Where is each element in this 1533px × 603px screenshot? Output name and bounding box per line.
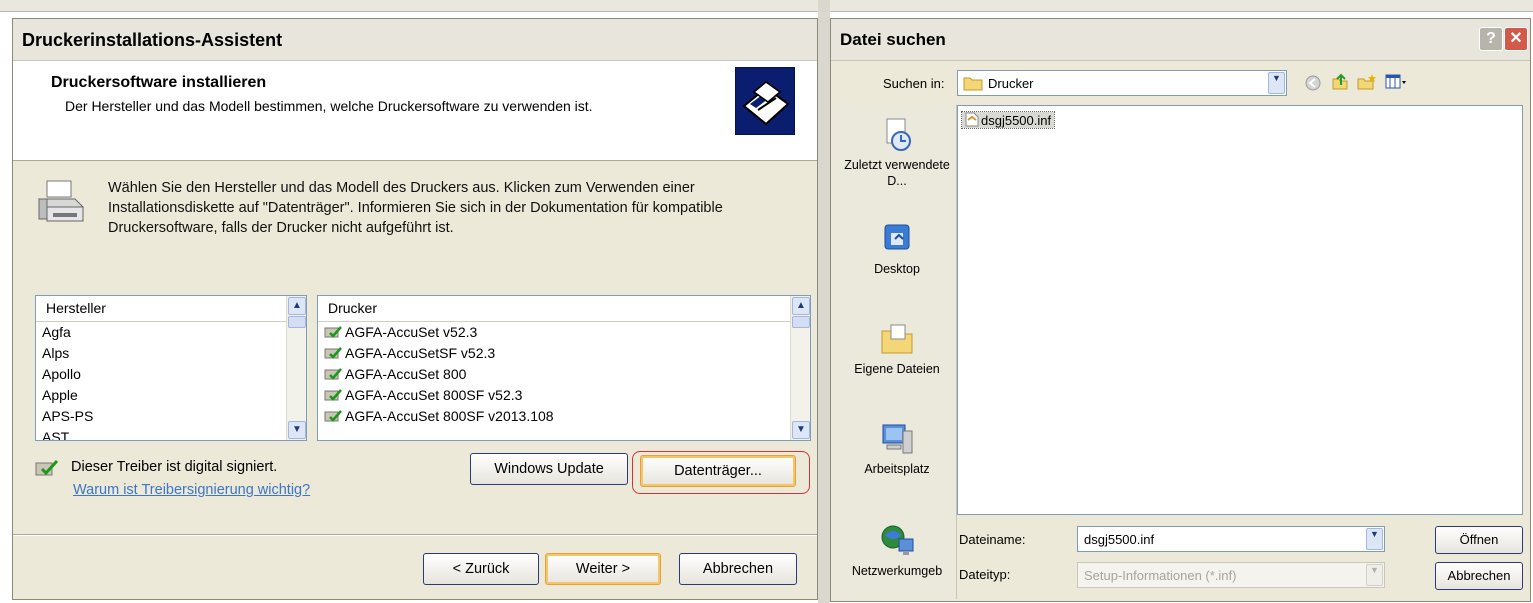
wizard-header-title: Druckersoftware installieren	[51, 74, 267, 91]
printer-list-header[interactable]: Drucker	[318, 296, 790, 322]
file-name: dsgj5500.inf	[981, 113, 1052, 128]
filetype-value: Setup-Informationen (*.inf)	[1084, 568, 1237, 583]
close-icon[interactable]: ✕	[1504, 27, 1528, 51]
list-item[interactable]: AGFA-AccuSet v52.3	[324, 322, 788, 343]
printer-install-icon	[735, 67, 795, 135]
my-documents-icon	[881, 324, 913, 354]
manufacturer-list[interactable]: Hersteller Agfa Alps Apollo Apple APS-PS…	[35, 295, 307, 441]
network-icon	[881, 525, 914, 555]
signed-driver-text: Dieser Treiber ist digital signiert.	[71, 459, 278, 475]
list-item[interactable]: AGFA-AccuSet 800SF v52.3	[324, 385, 788, 406]
look-in-label: Suchen in:	[883, 76, 945, 91]
recent-documents-icon	[886, 118, 911, 151]
place-recent[interactable]: Zuletzt verwendete D...	[837, 117, 957, 189]
scroll-up-icon[interactable]: ▲	[792, 297, 810, 315]
view-menu-icon[interactable]	[1385, 73, 1407, 91]
signed-driver-icon	[35, 459, 59, 476]
inf-file-icon	[965, 112, 979, 127]
place-label: Desktop	[874, 262, 920, 276]
new-folder-icon[interactable]	[1357, 73, 1377, 91]
manufacturer-scrollbar[interactable]: ▲ ▼	[286, 296, 306, 440]
open-button[interactable]: Öffnen	[1435, 526, 1523, 554]
signed-driver-icon	[324, 347, 342, 359]
scroll-thumb[interactable]	[792, 316, 810, 328]
file-item[interactable]: dsgj5500.inf	[960, 111, 1056, 129]
look-in-value: Drucker	[988, 76, 1034, 91]
list-item[interactable]: Alps	[42, 343, 284, 364]
filename-value: dsgj5500.inf	[1084, 532, 1155, 547]
place-label: Arbeitsplatz	[864, 462, 930, 476]
file-dialog-window: Datei suchen ? ✕ Suchen in: Drucker ▼ Zu…	[830, 18, 1531, 602]
desktop-icon	[884, 224, 910, 250]
highlight-ring	[632, 451, 810, 494]
printer-wizard-window: Druckerinstallations-Assistent Druckerso…	[12, 18, 818, 600]
scroll-down-icon[interactable]: ▼	[792, 421, 810, 439]
driver-signing-link[interactable]: Warum ist Treibersignierung wichtig?	[73, 482, 310, 498]
signed-driver-icon	[324, 368, 342, 380]
places-bar: Zuletzt verwendete D... Desktop Eigene D…	[837, 105, 957, 599]
dialog-title: Datei suchen	[840, 30, 946, 49]
place-my-computer[interactable]: Arbeitsplatz	[837, 421, 957, 477]
wizard-header-subtitle: Der Hersteller und das Modell bestimmen,…	[65, 98, 593, 114]
printer-items: AGFA-AccuSet v52.3 AGFA-AccuSetSF v52.3 …	[324, 322, 788, 427]
list-item[interactable]: Apollo	[42, 364, 284, 385]
my-computer-icon	[882, 424, 913, 454]
background-window-strip	[0, 0, 1533, 12]
look-in-combo[interactable]: Drucker ▼	[957, 70, 1287, 96]
signed-driver-icon	[324, 326, 342, 338]
scroll-up-icon[interactable]: ▲	[288, 297, 306, 315]
up-folder-icon[interactable]	[1331, 73, 1349, 91]
list-item[interactable]: AST	[42, 427, 284, 440]
scroll-thumb[interactable]	[288, 316, 306, 328]
list-item[interactable]: APS-PS	[42, 406, 284, 427]
place-my-documents[interactable]: Eigene Dateien	[837, 321, 957, 377]
help-icon[interactable]: ?	[1479, 27, 1503, 51]
chevron-down-icon[interactable]: ▼	[1366, 528, 1383, 550]
folder-icon	[963, 77, 983, 91]
printer-icon	[35, 177, 87, 229]
button-separator	[13, 534, 817, 536]
filename-label: Dateiname:	[959, 532, 1026, 547]
file-list-area[interactable]: dsgj5500.inf	[957, 105, 1523, 515]
printer-scrollbar[interactable]: ▲ ▼	[790, 296, 810, 440]
place-label: Netzwerkumgeb	[851, 564, 943, 578]
list-item[interactable]: AGFA-AccuSetSF v52.3	[324, 343, 788, 364]
filetype-combo[interactable]: Setup-Informationen (*.inf) ▼	[1077, 562, 1385, 588]
windows-update-button[interactable]: Windows Update	[470, 453, 628, 485]
cancel-button[interactable]: Abbrechen	[679, 553, 797, 585]
manufacturer-list-header[interactable]: Hersteller	[36, 296, 286, 322]
cancel-button[interactable]: Abbrechen	[1435, 562, 1523, 590]
scroll-down-icon[interactable]: ▼	[288, 421, 306, 439]
next-button[interactable]: Weiter >	[545, 553, 661, 585]
dialog-title-bar: Datei suchen ? ✕	[831, 19, 1530, 61]
back-button[interactable]: < Zurück	[423, 553, 539, 585]
chevron-down-icon[interactable]: ▼	[1366, 564, 1383, 586]
list-item[interactable]: Agfa	[42, 322, 284, 343]
chevron-down-icon[interactable]: ▼	[1268, 72, 1285, 94]
list-item[interactable]: AGFA-AccuSet 800SF v2013.108	[324, 406, 788, 427]
signed-driver-icon	[324, 389, 342, 401]
back-arrow-icon[interactable]	[1305, 75, 1321, 91]
place-network[interactable]: Netzwerkumgeb	[837, 523, 957, 579]
wizard-title-bar: Druckerinstallations-Assistent	[13, 19, 817, 61]
filetype-label: Dateityp:	[959, 567, 1011, 582]
place-label: Zuletzt verwendete D...	[844, 158, 950, 188]
filename-field[interactable]: dsgj5500.inf ▼	[1077, 526, 1385, 552]
wizard-title: Druckerinstallations-Assistent	[22, 30, 283, 50]
printer-list[interactable]: Drucker AGFA-AccuSet v52.3 AGFA-AccuSetS…	[317, 295, 811, 441]
signed-driver-icon	[324, 410, 342, 422]
manufacturer-items: Agfa Alps Apollo Apple APS-PS AST	[42, 322, 284, 440]
list-item[interactable]: AGFA-AccuSet 800	[324, 364, 788, 385]
place-label: Eigene Dateien	[854, 362, 940, 376]
place-desktop[interactable]: Desktop	[837, 221, 957, 277]
desktop-gap	[818, 0, 830, 603]
wizard-instructions: Wählen Sie den Hersteller und das Modell…	[108, 180, 723, 236]
list-item[interactable]: Apple	[42, 385, 284, 406]
